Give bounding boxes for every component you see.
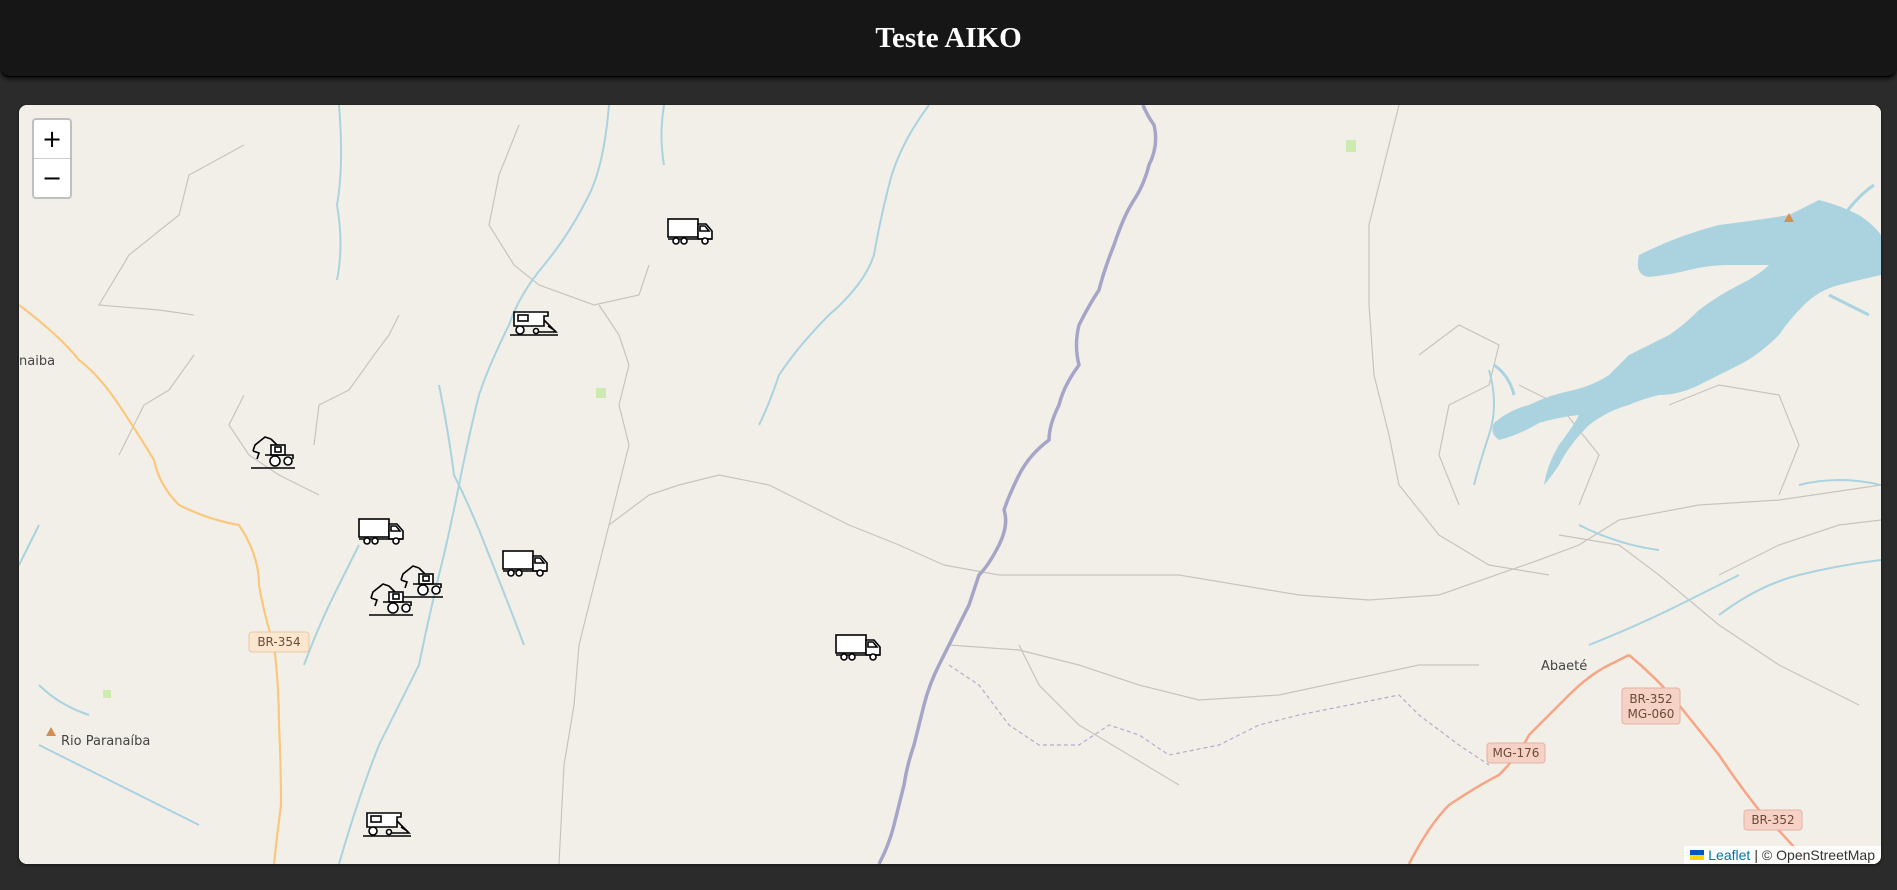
road-shield-br352: BR-352 xyxy=(1743,809,1803,831)
road-shield-br352-mg060: BR-352 MG-060 xyxy=(1621,687,1681,725)
page-title: Teste AIKO xyxy=(875,21,1022,54)
place-label-naiba: naiba xyxy=(19,354,55,369)
map-attribution: Leaflet | © OpenStreetMap xyxy=(1684,846,1881,864)
zoom-control: + − xyxy=(32,118,72,199)
svg-text:MG-060: MG-060 xyxy=(1628,707,1675,721)
zoom-in-button[interactable]: + xyxy=(34,120,70,159)
attribution-separator: | © xyxy=(1754,847,1773,863)
openstreetmap-credit[interactable]: OpenStreetMap xyxy=(1776,847,1875,863)
zoom-out-button[interactable]: − xyxy=(34,159,70,197)
svg-text:BR-352: BR-352 xyxy=(1751,813,1794,827)
road-shield-br354: BR-354 xyxy=(248,631,310,653)
ukraine-flag-icon xyxy=(1690,850,1705,860)
road-shield-mg176: MG-176 xyxy=(1486,742,1546,764)
svg-text:BR-352: BR-352 xyxy=(1629,692,1672,706)
svg-text:BR-354: BR-354 xyxy=(257,635,300,649)
map[interactable]: Abaeté Rio Paranaíba naiba BR-354 MG-176… xyxy=(19,105,1881,864)
place-label-rio-paranaiba: Rio Paranaíba xyxy=(61,734,150,749)
app-header: Teste AIKO xyxy=(0,0,1897,77)
svg-text:MG-176: MG-176 xyxy=(1493,746,1540,760)
leaflet-link[interactable]: Leaflet xyxy=(1708,847,1750,863)
map-tiles[interactable]: Abaeté Rio Paranaíba naiba BR-354 MG-176… xyxy=(19,105,1881,864)
place-label-abaete: Abaeté xyxy=(1541,659,1587,674)
